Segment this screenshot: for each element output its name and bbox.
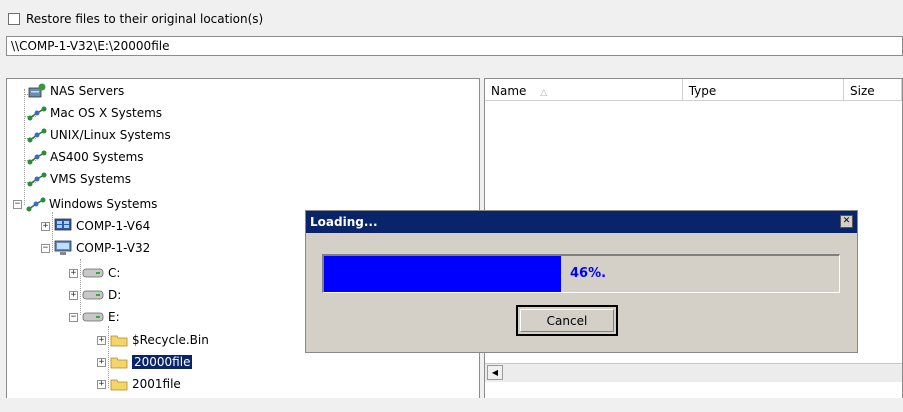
tree-item-label: VMS Systems — [50, 172, 131, 186]
expand-toggle[interactable]: + — [97, 335, 106, 345]
column-header-size[interactable]: Size — [844, 79, 902, 101]
tree-item-label-selected: 20000file — [132, 355, 193, 369]
tree-item-20000file[interactable]: + 20000file — [97, 353, 193, 371]
tree-item-label: 2001file — [132, 377, 181, 391]
tree-item-label: COMP-1-V64 — [76, 219, 151, 233]
nas-server-icon — [28, 83, 46, 98]
collapse-toggle[interactable]: − — [13, 199, 22, 209]
drive-icon — [82, 268, 104, 278]
collapse-toggle[interactable]: − — [69, 312, 78, 322]
restore-checkbox-label: Restore files to their original location… — [26, 12, 264, 26]
list-header: Name △ Type Size — [485, 79, 902, 101]
tree-item-label: COMP-1-V32 — [76, 241, 151, 255]
tree-item-label: $Recycle.Bin — [132, 333, 209, 347]
collapse-toggle[interactable]: − — [41, 243, 50, 253]
tree-item-label: AS400 Systems — [50, 150, 144, 164]
expand-toggle[interactable]: + — [41, 221, 50, 231]
cancel-button[interactable]: Cancel — [516, 305, 618, 336]
progress-text: 46%. — [570, 266, 607, 281]
loading-dialog: Loading... ✕ 46%. Cancel — [305, 210, 858, 353]
tree-item-recycle-bin[interactable]: + $Recycle.Bin — [97, 331, 209, 349]
network-icon — [26, 197, 46, 212]
tree-item-label: Windows Systems — [49, 197, 158, 211]
network-icon — [27, 172, 47, 187]
column-header-type[interactable]: Type — [682, 79, 845, 101]
folder-icon — [110, 335, 128, 347]
path-field[interactable]: \\COMP-1-V32\E:\20000file — [6, 36, 903, 56]
progress-fill — [324, 256, 561, 292]
tree-item-comp-v32[interactable]: − COMP-1-V32 — [41, 239, 150, 257]
tree-item-drive-c[interactable]: + C: — [69, 264, 120, 282]
sort-ascending-icon: △ — [540, 88, 548, 98]
tree-item-label: Mac OS X Systems — [50, 106, 163, 120]
tree-item-drive-e[interactable]: − E: — [69, 308, 120, 326]
tree-item-label: D: — [108, 288, 122, 302]
tree-item-label: C: — [108, 266, 121, 280]
tree-item-drive-d[interactable]: + D: — [69, 286, 121, 304]
tree-item-unix-linux[interactable]: UNIX/Linux Systems — [27, 126, 171, 144]
expand-toggle[interactable]: + — [69, 268, 78, 278]
tree-item-label: UNIX/Linux Systems — [50, 128, 171, 142]
computer-icon — [54, 218, 72, 231]
tree-item-comp-v64[interactable]: + COMP-1-V64 — [41, 217, 150, 235]
restore-checkbox-row[interactable]: Restore files to their original location… — [8, 10, 263, 28]
column-header-name[interactable]: Name △ — [485, 79, 683, 101]
tree-item-label: NAS Servers — [50, 84, 125, 98]
tree-item-as400[interactable]: AS400 Systems — [27, 148, 144, 166]
tree-item-mac-os[interactable]: Mac OS X Systems — [27, 104, 162, 122]
dialog-title-bar[interactable]: Loading... ✕ — [306, 211, 857, 233]
tree-item-label: E: — [108, 310, 120, 324]
horizontal-scrollbar[interactable]: ◀ — [485, 363, 902, 382]
progress-bar: 46%. — [322, 254, 840, 293]
cancel-button-label: Cancel — [546, 313, 588, 328]
close-icon[interactable]: ✕ — [840, 215, 853, 228]
tree-item-vms[interactable]: VMS Systems — [27, 170, 131, 188]
dialog-title: Loading... — [310, 215, 378, 229]
scroll-left-arrow-icon[interactable]: ◀ — [487, 365, 503, 380]
tree-item-nas-servers[interactable]: NAS Servers — [27, 82, 124, 100]
network-icon — [27, 106, 47, 121]
network-icon — [27, 150, 47, 165]
drive-icon — [82, 312, 104, 322]
computer-icon — [54, 240, 72, 255]
restore-checkbox[interactable] — [8, 13, 20, 25]
expand-toggle[interactable]: + — [97, 357, 106, 367]
folder-icon — [110, 357, 128, 369]
folder-icon — [110, 379, 128, 391]
tree-item-windows[interactable]: − Windows Systems — [13, 195, 157, 213]
network-icon — [27, 128, 47, 143]
tree-item-2001file[interactable]: + 2001file — [97, 375, 181, 393]
drive-icon — [82, 290, 104, 300]
expand-toggle[interactable]: + — [97, 379, 106, 389]
expand-toggle[interactable]: + — [69, 290, 78, 300]
